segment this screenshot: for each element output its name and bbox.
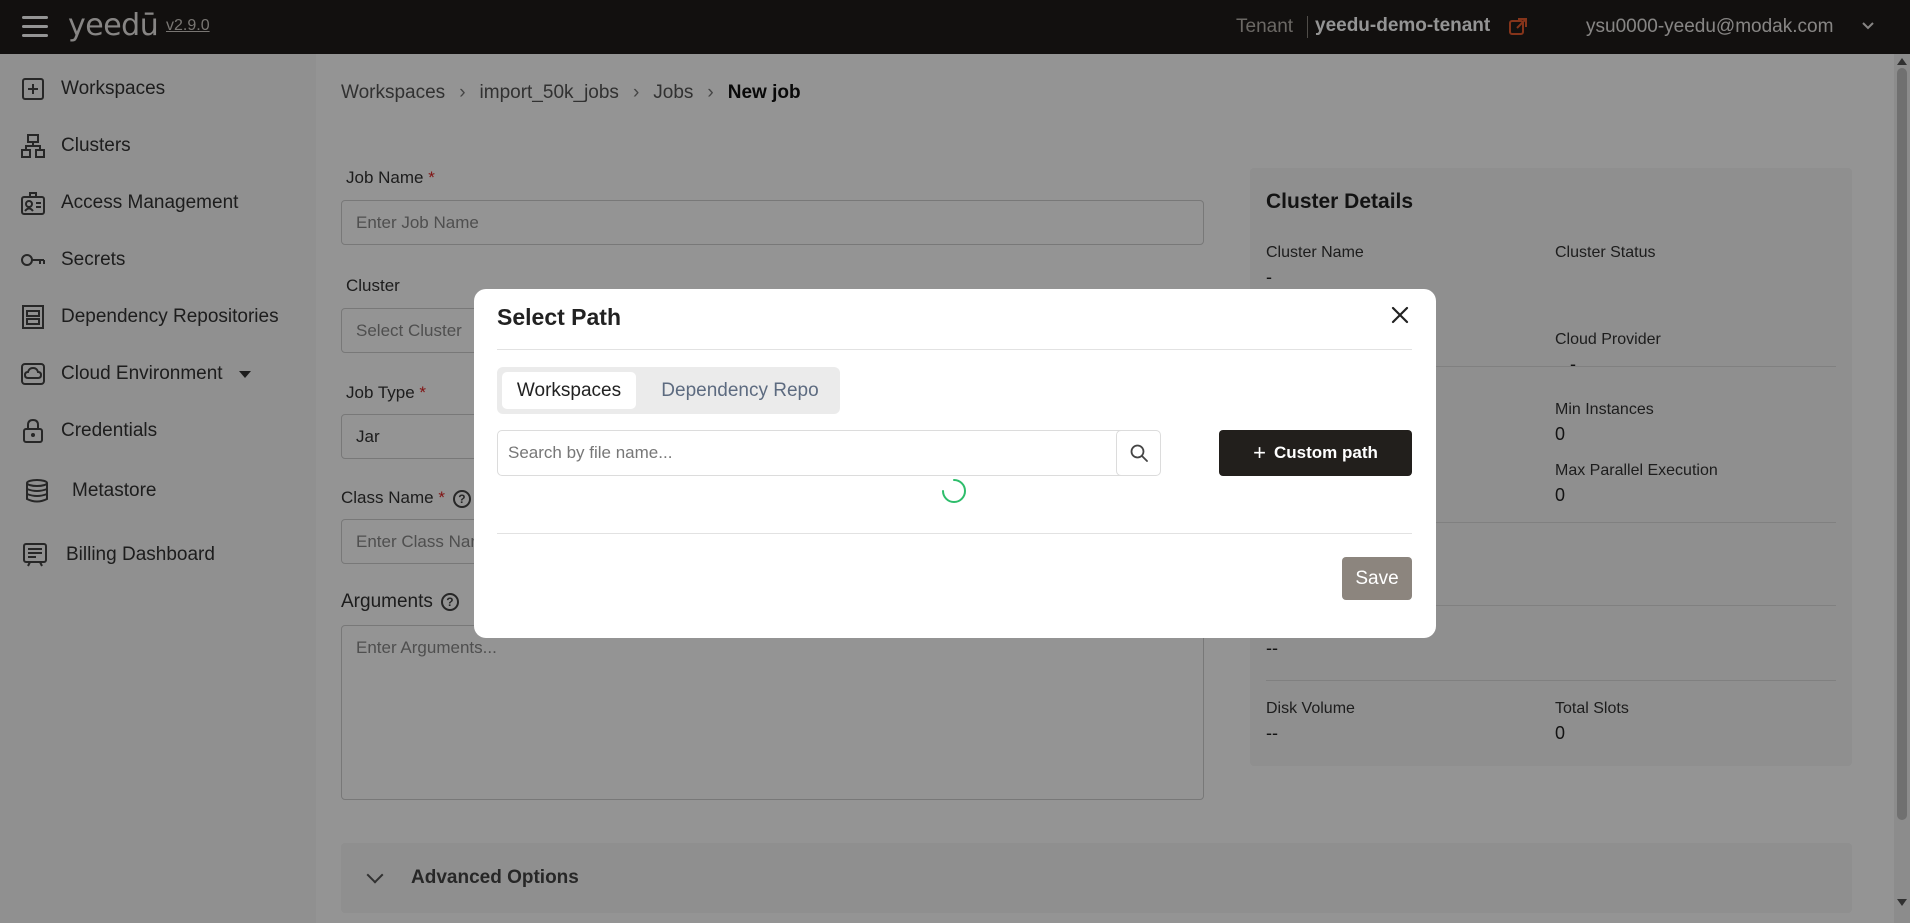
modal-divider (497, 349, 1412, 350)
select-path-modal: Select Path Workspaces Dependency Repo +… (474, 289, 1436, 638)
plus-icon: + (1253, 440, 1266, 465)
tab-workspaces[interactable]: Workspaces (502, 372, 636, 409)
modal-divider (497, 533, 1412, 534)
save-button[interactable]: Save (1342, 557, 1412, 600)
tab-dependency-repo[interactable]: Dependency Repo (646, 372, 834, 409)
search-button[interactable] (1116, 430, 1161, 476)
custom-path-label: Custom path (1273, 443, 1378, 462)
search-input[interactable] (498, 431, 1116, 475)
search-icon (1130, 444, 1148, 462)
modal-title: Select Path (497, 304, 621, 330)
path-source-tabs: Workspaces Dependency Repo (497, 367, 840, 414)
loading-spinner-icon (942, 479, 966, 503)
custom-path-button[interactable]: + Custom path (1219, 430, 1412, 476)
search-box (497, 430, 1161, 476)
close-icon[interactable] (1388, 303, 1412, 327)
